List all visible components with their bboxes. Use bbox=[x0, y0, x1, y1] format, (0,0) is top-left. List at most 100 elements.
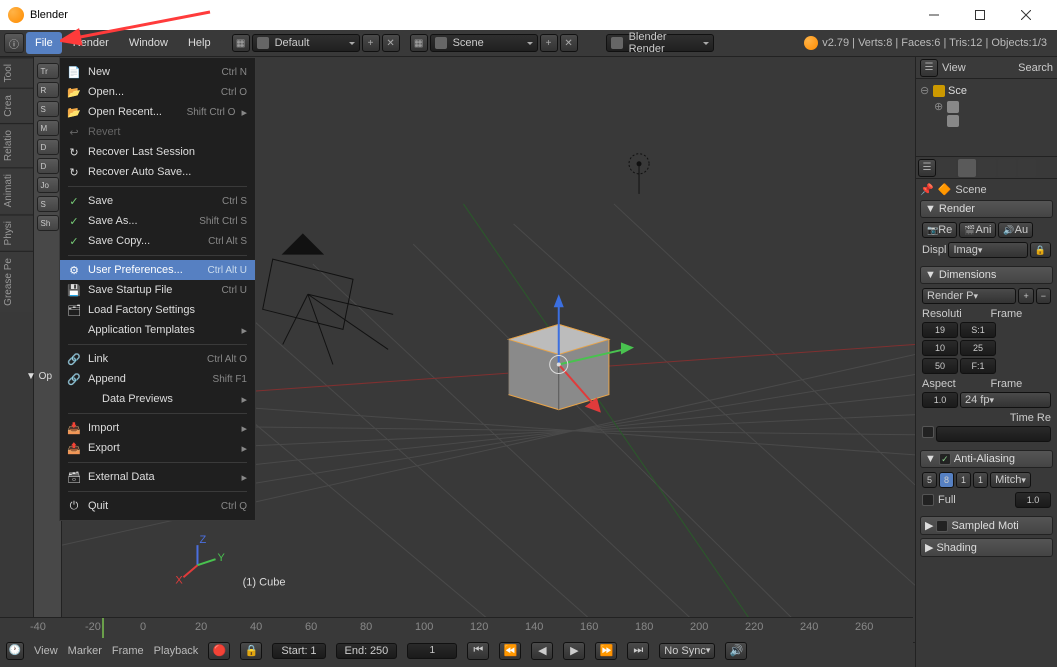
file-menu[interactable]: File bbox=[26, 32, 62, 54]
current-frame-field[interactable]: 1 bbox=[407, 643, 457, 659]
menu-item-link[interactable]: 🔗LinkCtrl Alt O bbox=[60, 349, 255, 369]
tool-button[interactable]: R bbox=[37, 82, 59, 98]
menu-item-open-recent[interactable]: 📂Open Recent...Shift Ctrl O▸ bbox=[60, 102, 255, 122]
info-header-icon[interactable]: ⓘ bbox=[4, 33, 24, 53]
outliner-search[interactable]: Search bbox=[1018, 62, 1053, 74]
sync-dropdown[interactable]: No Sync ▾ bbox=[659, 643, 715, 659]
frame-step-field[interactable]: F:1 bbox=[960, 358, 996, 374]
tl-marker-menu[interactable]: Marker bbox=[68, 645, 102, 657]
add-layout-button[interactable]: + bbox=[362, 34, 380, 52]
object-tab-icon[interactable] bbox=[998, 159, 1016, 177]
toolshelf-tab[interactable]: Grease Pe bbox=[0, 251, 33, 312]
tool-button[interactable]: Tr bbox=[37, 63, 59, 79]
menu-item-load-factory-settings[interactable]: 🗂Load Factory Settings bbox=[60, 300, 255, 320]
toolshelf-tab[interactable]: Animati bbox=[0, 167, 33, 213]
remove-scene-button[interactable]: ✕ bbox=[560, 34, 578, 52]
menu-item-external-data[interactable]: 🗃External Data▸ bbox=[60, 467, 255, 487]
props-type-icon[interactable]: ☰ bbox=[918, 159, 936, 177]
lock-icon[interactable]: 🔒 bbox=[1030, 242, 1051, 258]
world-tab-icon[interactable] bbox=[978, 159, 996, 177]
tool-button[interactable]: S bbox=[37, 196, 59, 212]
menu-item-save-startup-file[interactable]: 💾Save Startup FileCtrl U bbox=[60, 280, 255, 300]
outliner-view-menu[interactable]: View bbox=[942, 62, 966, 74]
menu-item-import[interactable]: 📥Import▸ bbox=[60, 418, 255, 438]
end-frame-field[interactable]: End: 250 bbox=[336, 643, 398, 659]
auto-key-icon[interactable]: 🔴 bbox=[208, 642, 230, 660]
border-checkbox[interactable] bbox=[922, 426, 934, 438]
minimize-button[interactable] bbox=[911, 0, 957, 30]
menu-item-append[interactable]: 🔗AppendShift F1 bbox=[60, 369, 255, 389]
toolshelf-tab[interactable]: Tool bbox=[0, 57, 33, 88]
aa-11-button[interactable]: 1 bbox=[956, 472, 971, 488]
tl-playback-menu[interactable]: Playback bbox=[154, 645, 199, 657]
toolshelf-tab[interactable]: Physi bbox=[0, 214, 33, 251]
sampled-motion-checkbox[interactable] bbox=[936, 520, 948, 532]
outliner-scene-row[interactable]: ⊖Sce bbox=[920, 83, 1053, 99]
scene-dropdown[interactable]: Scene bbox=[430, 34, 538, 52]
audio-button[interactable]: 🔊Au bbox=[998, 222, 1033, 238]
render-engine-dropdown[interactable]: Blender Render bbox=[606, 34, 714, 52]
timeline-ruler[interactable]: -40-200204060801001201401601802002202402… bbox=[0, 618, 913, 638]
add-preset-button[interactable]: + bbox=[1018, 288, 1033, 304]
menu-item-save[interactable]: ✓SaveCtrl S bbox=[60, 191, 255, 211]
aa-8-button[interactable]: 8 bbox=[939, 472, 954, 488]
add-scene-button[interactable]: + bbox=[540, 34, 558, 52]
menu-item-save-as[interactable]: ✓Save As...Shift Ctrl S bbox=[60, 211, 255, 231]
jump-start-button[interactable]: ⏮ bbox=[467, 642, 489, 660]
full-sample-checkbox[interactable] bbox=[922, 494, 934, 506]
animation-button[interactable]: 🎬Ani bbox=[959, 222, 996, 238]
frame-end-field[interactable]: 25 bbox=[960, 340, 996, 356]
tl-frame-menu[interactable]: Frame bbox=[112, 645, 144, 657]
outliner-item[interactable]: ⊕ bbox=[920, 99, 1053, 115]
remove-layout-button[interactable]: ✕ bbox=[382, 34, 400, 52]
tl-view-menu[interactable]: View bbox=[34, 645, 58, 657]
layout-dropdown[interactable]: Default bbox=[252, 34, 360, 52]
tool-button[interactable]: D bbox=[37, 139, 59, 155]
frame-start-field[interactable]: S:1 bbox=[960, 322, 996, 338]
res-y-field[interactable]: 10 bbox=[922, 340, 958, 356]
time-remap-field[interactable] bbox=[936, 426, 1051, 442]
tool-button[interactable]: S bbox=[37, 101, 59, 117]
filter-size-field[interactable]: 1.0 bbox=[1015, 492, 1051, 508]
close-button[interactable] bbox=[1003, 0, 1049, 30]
render-preset-dropdown[interactable]: Render P ▾ bbox=[922, 288, 1016, 304]
aa-filter-dropdown[interactable]: Mitch ▾ bbox=[990, 472, 1031, 488]
scene-breadcrumb[interactable]: Scene bbox=[955, 184, 986, 196]
fps-dropdown[interactable]: 24 fp ▾ bbox=[960, 392, 1051, 408]
start-frame-field[interactable]: Start: 1 bbox=[272, 643, 325, 659]
aa-5-button[interactable]: 5 bbox=[922, 472, 937, 488]
aa-16-button[interactable]: 1 bbox=[973, 472, 988, 488]
menu-item-user-preferences[interactable]: ⚙User Preferences...Ctrl Alt U bbox=[60, 260, 255, 280]
operator-panel-header[interactable]: ▼ Op bbox=[26, 371, 52, 382]
render-panel-header[interactable]: ▼ Render bbox=[920, 200, 1053, 218]
anti-aliasing-panel-header[interactable]: ▼ ✓ Anti-Aliasing bbox=[920, 450, 1053, 468]
lock-icon[interactable]: 🔒 bbox=[240, 642, 262, 660]
display-dropdown[interactable]: Imag ▾ bbox=[948, 242, 1027, 258]
material-tab-icon[interactable] bbox=[1018, 159, 1036, 177]
render-button[interactable]: 📷Re bbox=[922, 222, 957, 238]
scene-icon[interactable]: ▦ bbox=[410, 34, 428, 52]
jump-end-button[interactable]: ⏭ bbox=[627, 642, 649, 660]
menu-item-data-previews[interactable]: Data Previews▸ bbox=[60, 389, 255, 409]
tool-button[interactable]: Sh bbox=[37, 215, 59, 231]
menu-item-save-copy[interactable]: ✓Save Copy...Ctrl Alt S bbox=[60, 231, 255, 251]
menu-item-open[interactable]: 📂Open...Ctrl O bbox=[60, 82, 255, 102]
menu-item-export[interactable]: 📤Export▸ bbox=[60, 438, 255, 458]
play-button[interactable]: ▶ bbox=[563, 642, 585, 660]
layout-icon[interactable]: ▦ bbox=[232, 34, 250, 52]
play-reverse-button[interactable]: ◀ bbox=[531, 642, 553, 660]
outliner-item[interactable] bbox=[920, 115, 1053, 127]
pin-icon[interactable]: 📌 bbox=[920, 183, 934, 196]
keyframe-next-button[interactable]: ⏩ bbox=[595, 642, 617, 660]
outliner-type-icon[interactable]: ☰ bbox=[920, 59, 938, 77]
tool-button[interactable]: D bbox=[37, 158, 59, 174]
sampled-motion-panel-header[interactable]: ▶ Sampled Moti bbox=[920, 516, 1053, 535]
speaker-icon[interactable]: 🔊 bbox=[725, 642, 747, 660]
res-pct-field[interactable]: 50 bbox=[922, 358, 958, 374]
timeline-type-icon[interactable]: 🕐 bbox=[6, 642, 24, 660]
menu-item-new[interactable]: 📄NewCtrl N bbox=[60, 62, 255, 82]
tool-button[interactable]: Jo bbox=[37, 177, 59, 193]
shading-panel-header[interactable]: ▶ Shading bbox=[920, 538, 1053, 557]
res-x-field[interactable]: 19 bbox=[922, 322, 958, 338]
menu-item-application-templates[interactable]: Application Templates▸ bbox=[60, 320, 255, 340]
